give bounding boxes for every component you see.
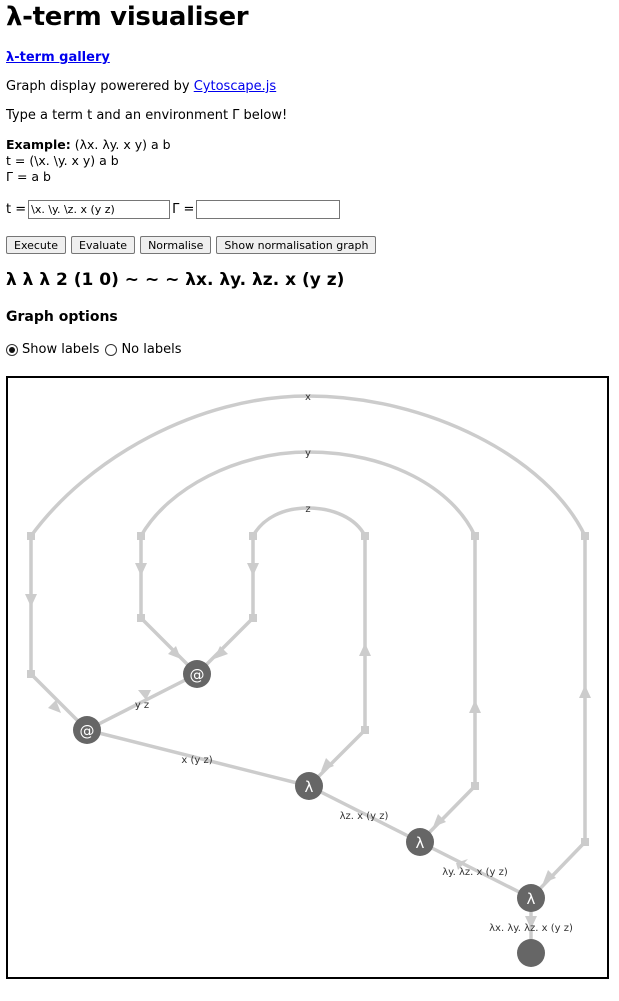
edge-lam-z-binder — [307, 536, 367, 788]
graph-canvas[interactable]: x y z y z x (y z) λz. x (y z) λy. λz. x … — [6, 376, 609, 979]
gallery-link[interactable]: λ-term gallery — [6, 50, 110, 65]
app-node-outer[interactable]: @ — [73, 716, 101, 744]
lambda-node-y[interactable]: λ — [406, 828, 434, 856]
cytoscape-link[interactable]: Cytoscape.js — [194, 79, 276, 94]
show-labels-radio[interactable] — [6, 343, 18, 356]
lambda-node-z[interactable]: λ — [295, 772, 323, 800]
lambda-node-x[interactable]: λ — [517, 884, 545, 912]
action-buttons: Execute Evaluate Normalise Show normalis… — [6, 236, 377, 254]
edge-label-lam-x: λx. λy. λz. x (y z) — [489, 923, 573, 934]
example-block: Example: (λx. λy. x y) a b t = (\x. \y. … — [6, 137, 171, 185]
root-node[interactable] — [517, 939, 545, 967]
bend-point — [581, 532, 589, 540]
edge-label-app-inner: y z — [135, 700, 149, 711]
result-term: λ λ λ 2 (1 0) ~ ~ ~ λx. λy. λz. x (y z) — [6, 270, 345, 290]
example-t-line: t = (\x. \y. x y) a b — [6, 153, 119, 168]
arrowhead — [135, 563, 147, 576]
powered-by-text: Graph display powerered by — [6, 79, 194, 94]
arrowhead — [579, 685, 591, 698]
term-input[interactable] — [28, 200, 171, 219]
arrowhead — [247, 563, 259, 576]
bend-point — [27, 670, 35, 678]
edge-x-to-outer-app — [29, 536, 89, 732]
bend-point — [249, 532, 257, 540]
edge-y-left-arc — [139, 450, 309, 537]
normalise-button[interactable]: Normalise — [140, 236, 212, 254]
edge-x-right-arc — [307, 394, 587, 537]
variable-label-y: y — [305, 448, 311, 459]
edge-lam-x-binder — [529, 536, 587, 900]
bend-point — [361, 726, 369, 734]
bend-point — [137, 614, 145, 622]
edge-label-lam-y: λy. λz. x (y z) — [442, 867, 508, 878]
execute-button[interactable]: Execute — [6, 236, 66, 254]
bend-point — [471, 782, 479, 790]
bend-point — [361, 532, 369, 540]
variable-label-x: x — [305, 392, 311, 403]
term-form: t = Γ = — [6, 200, 342, 219]
root-node-circle — [517, 939, 545, 967]
env-label: Γ = — [172, 202, 195, 217]
lambda-node-x-label: λ — [527, 890, 536, 908]
bend-point — [249, 614, 257, 622]
show-labels-option[interactable]: Show labels — [6, 342, 99, 357]
page-title: λ-term visualiser — [6, 2, 249, 32]
example-term: (λx. λy. x y) a b — [70, 137, 171, 152]
example-label: Example: — [6, 137, 71, 152]
edge-z-right-arc — [307, 506, 367, 537]
app-node-inner-label: @ — [190, 666, 205, 684]
instructions-text: Type a term t and an environment Γ below… — [6, 108, 288, 123]
arrowhead — [359, 643, 371, 656]
edge-label-app-outer: x (y z) — [181, 755, 212, 766]
arrowhead — [469, 700, 481, 713]
app-node-inner[interactable]: @ — [183, 660, 211, 688]
graph-options-heading: Graph options — [6, 309, 118, 325]
edge-z-left-arc — [251, 506, 309, 537]
no-labels-text: No labels — [121, 342, 182, 357]
arrowhead — [25, 594, 37, 607]
evaluate-button[interactable]: Evaluate — [71, 236, 136, 254]
no-labels-radio[interactable] — [105, 343, 118, 356]
variable-label-z: z — [305, 504, 310, 515]
lambda-node-y-label: λ — [416, 834, 425, 852]
example-env-line: Γ = a b — [6, 169, 51, 184]
bend-point — [471, 532, 479, 540]
powered-by-line: Graph display powerered by Cytoscape.js — [6, 79, 276, 94]
edge-x-left-arc — [29, 394, 309, 538]
label-options: Show labels No labels — [6, 342, 187, 357]
environment-input[interactable] — [196, 200, 341, 219]
bend-point — [581, 838, 589, 846]
edge-label-lam-z: λz. x (y z) — [340, 811, 389, 822]
no-labels-option[interactable]: No labels — [105, 342, 181, 357]
t-label: t = — [6, 202, 27, 217]
show-normalisation-graph-button[interactable]: Show normalisation graph — [216, 236, 377, 254]
term-graph: x y z y z x (y z) λz. x (y z) λy. λz. x … — [25, 392, 591, 967]
app-node-outer-label: @ — [80, 722, 95, 740]
edge-lam-y-binder — [418, 536, 477, 844]
edge-y-right-arc — [307, 450, 477, 537]
example-line: Example: (λx. λy. x y) a b — [6, 137, 171, 153]
lambda-node-z-label: λ — [305, 778, 314, 796]
bend-point — [27, 532, 35, 540]
bend-point — [137, 532, 145, 540]
show-labels-text: Show labels — [22, 342, 100, 357]
